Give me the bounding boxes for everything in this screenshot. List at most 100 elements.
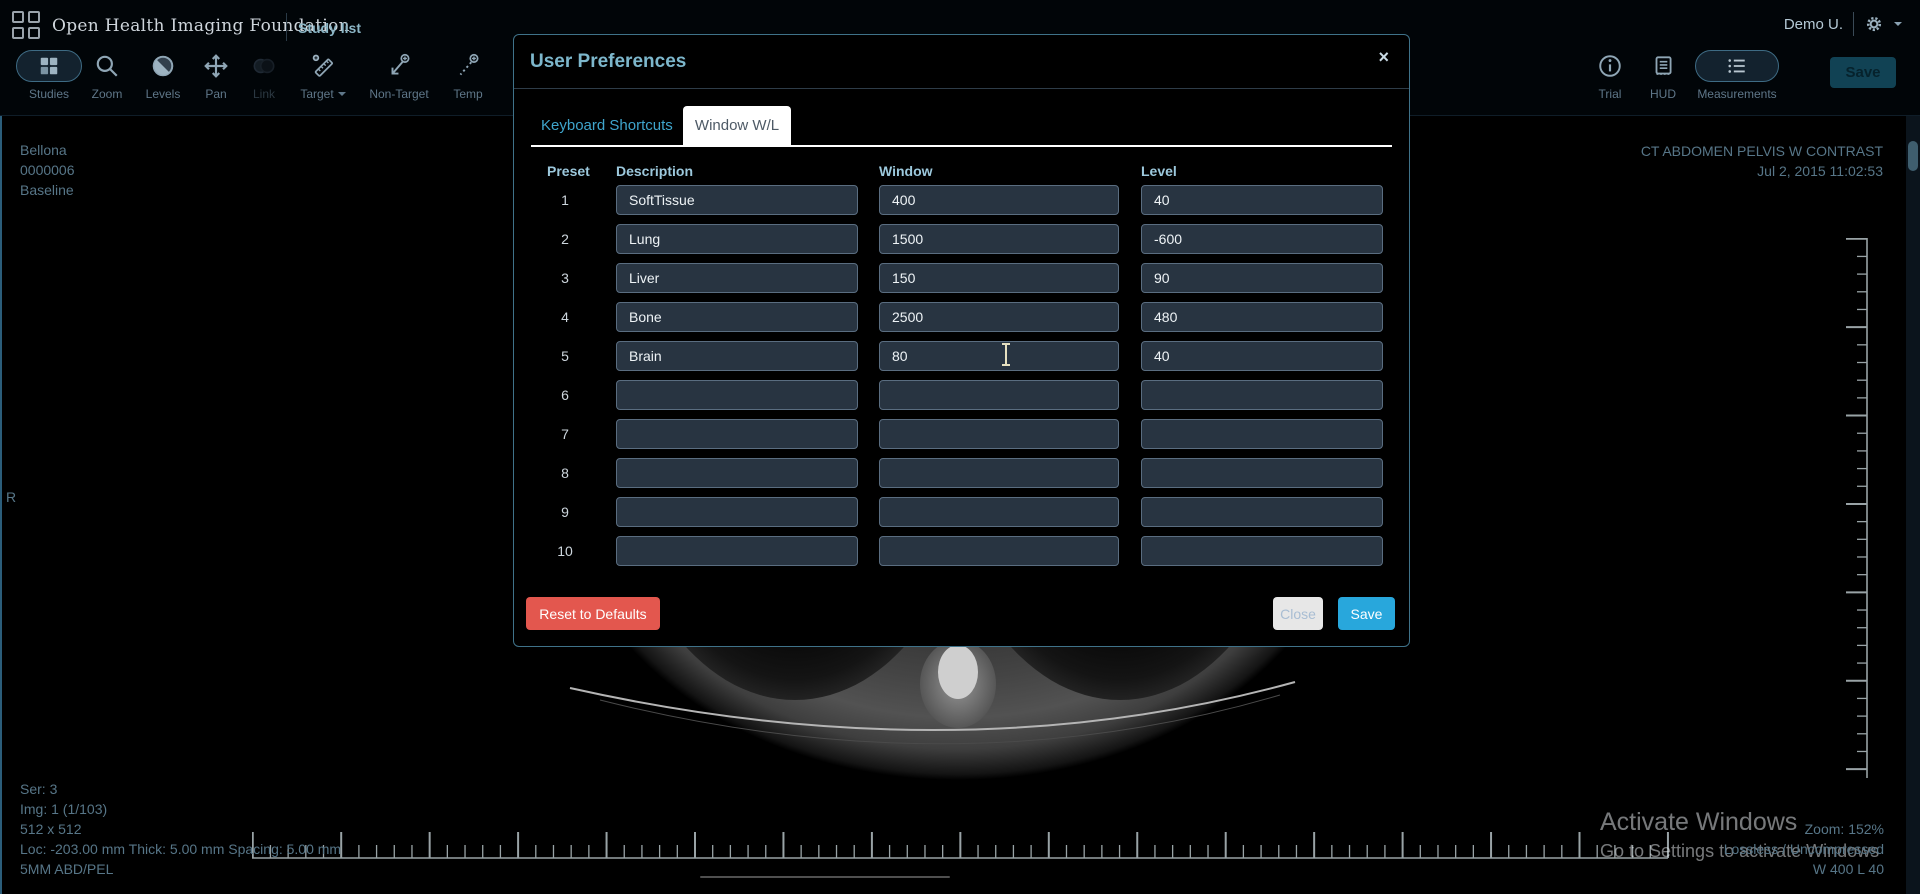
level-input-8[interactable] [1141, 458, 1383, 488]
column-header-window: Window [879, 163, 933, 179]
tab-keyboard-shortcuts[interactable]: Keyboard Shortcuts [541, 117, 673, 134]
ohif-logo-icon[interactable] [12, 11, 42, 41]
description-input-10[interactable] [616, 536, 858, 566]
window-input-7[interactable] [879, 419, 1119, 449]
description-input-2[interactable] [616, 224, 858, 254]
description-input-8[interactable] [616, 458, 858, 488]
preset-number: 7 [545, 415, 585, 454]
preset-row: 8 [514, 454, 1411, 493]
chevron-down-icon [338, 92, 346, 100]
tab-window-wl[interactable]: Window W/L [683, 106, 791, 145]
level-input-10[interactable] [1141, 536, 1383, 566]
image-scrollbar-thumb[interactable] [1908, 141, 1918, 171]
preset-number: 2 [545, 220, 585, 259]
window-input-8[interactable] [879, 458, 1119, 488]
description-input-6[interactable] [616, 380, 858, 410]
save-session-button[interactable]: Save [1830, 57, 1896, 88]
preset-number: 1 [545, 181, 585, 220]
level-input-4[interactable] [1141, 302, 1383, 332]
preset-number: 3 [545, 259, 585, 298]
preset-number: 10 [545, 532, 585, 571]
preset-number: 6 [545, 376, 585, 415]
dialog-title: User Preferences [530, 51, 686, 73]
preset-number: 4 [545, 298, 585, 337]
gear-icon[interactable] [1864, 14, 1884, 34]
description-input-7[interactable] [616, 419, 858, 449]
description-input-9[interactable] [616, 497, 858, 527]
divider [1853, 12, 1854, 36]
active-viewport-border [0, 115, 2, 894]
ohif-viewer: Open Health Imaging Foundation Study lis… [0, 0, 1920, 894]
window-input-4[interactable] [879, 302, 1119, 332]
description-input-5[interactable] [616, 341, 858, 371]
preset-row: 1 [514, 181, 1411, 220]
column-header-description: Description [616, 163, 693, 179]
temp-icon [455, 53, 481, 79]
level-input-9[interactable] [1141, 497, 1383, 527]
right-ruler [1845, 238, 1869, 784]
patient-info-overlay: Bellona 0000006 Baseline [20, 140, 75, 200]
image-scrollbar[interactable] [1906, 115, 1920, 894]
preset-rows: 12345678910 [514, 181, 1411, 571]
measurements-active-pill [1695, 50, 1779, 82]
preset-row: 3 [514, 259, 1411, 298]
window-input-1[interactable] [879, 185, 1119, 215]
grid-icon [38, 55, 60, 77]
orientation-marker-r: R [6, 487, 16, 507]
link-toggle-icon [250, 53, 278, 79]
magnifier-icon [94, 53, 120, 79]
preset-row: 2 [514, 220, 1411, 259]
study-info-overlay: CT ABDOMEN PELVIS W CONTRAST Jul 2, 2015… [1641, 141, 1883, 181]
preset-row: 6 [514, 376, 1411, 415]
level-input-6[interactable] [1141, 380, 1383, 410]
user-preferences-dialog: User Preferences × Keyboard Shortcuts Wi… [513, 34, 1410, 647]
text-cursor [1000, 342, 1012, 367]
level-input-5[interactable] [1141, 341, 1383, 371]
description-input-1[interactable] [616, 185, 858, 215]
preset-row: 10 [514, 532, 1411, 571]
non-target-icon [386, 53, 412, 79]
window-input-3[interactable] [879, 263, 1119, 293]
dialog-header: User Preferences × [514, 35, 1409, 89]
column-header-preset: Preset [547, 163, 590, 179]
username: Demo U. [1784, 16, 1843, 33]
reset-to-defaults-button[interactable]: Reset to Defaults [526, 597, 660, 630]
level-input-2[interactable] [1141, 224, 1383, 254]
save-button[interactable]: Save [1338, 597, 1395, 630]
user-menu[interactable]: Demo U. [1784, 12, 1902, 36]
level-input-7[interactable] [1141, 419, 1383, 449]
tool-measurements[interactable]: Measurements [1692, 48, 1782, 101]
divider [286, 13, 287, 41]
close-button[interactable]: Close [1273, 597, 1323, 630]
preset-number: 8 [545, 454, 585, 493]
preset-row: 5 [514, 337, 1411, 376]
preset-row: 4 [514, 298, 1411, 337]
preset-row: 9 [514, 493, 1411, 532]
window-input-10[interactable] [879, 536, 1119, 566]
tool-temp[interactable]: Temp [423, 48, 513, 101]
series-info-overlay: Ser: 3 Img: 1 (1/103) 512 x 512 Loc: -20… [20, 779, 341, 879]
zoom-wl-overlay: Zoom: 152% Lossless / Uncompressed W 400… [1724, 819, 1884, 879]
bottom-ruler [252, 832, 1669, 864]
list-icon [1726, 56, 1748, 76]
chevron-down-icon[interactable] [1894, 22, 1902, 30]
description-input-3[interactable] [616, 263, 858, 293]
tab-underline [531, 145, 1392, 147]
window-input-6[interactable] [879, 380, 1119, 410]
window-input-2[interactable] [879, 224, 1119, 254]
level-input-3[interactable] [1141, 263, 1383, 293]
preset-number: 5 [545, 337, 585, 376]
level-input-1[interactable] [1141, 185, 1383, 215]
tool-label: Measurements [1692, 87, 1782, 101]
tool-label: Temp [423, 87, 513, 101]
description-input-4[interactable] [616, 302, 858, 332]
close-icon[interactable]: × [1378, 47, 1389, 68]
preset-number: 9 [545, 493, 585, 532]
window-input-5[interactable] [879, 341, 1119, 371]
window-input-9[interactable] [879, 497, 1119, 527]
column-header-level: Level [1141, 163, 1177, 179]
preset-row: 7 [514, 415, 1411, 454]
study-list-link[interactable]: Study list [298, 20, 361, 36]
target-ruler-icon [310, 53, 336, 79]
hud-panel-icon [1650, 53, 1676, 79]
